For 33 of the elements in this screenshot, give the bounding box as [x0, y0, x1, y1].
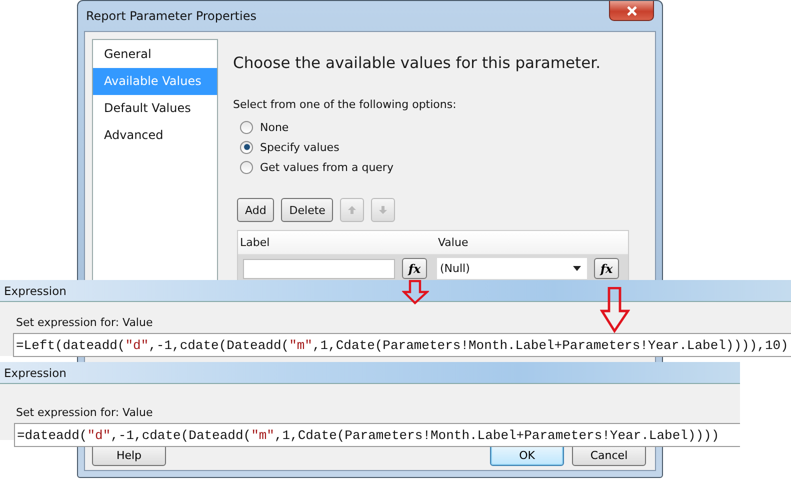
close-button[interactable] [609, 1, 654, 21]
radio-label[interactable]: Specify values [260, 140, 340, 154]
caret-icon [573, 266, 581, 271]
label-field[interactable] [243, 258, 395, 278]
down-arrow-icon [378, 205, 388, 215]
prompt-label: Set expression for: Value [16, 406, 154, 420]
options-label: Select from one of the following options: [233, 97, 458, 113]
toolbar-button[interactable]: Delete [281, 198, 334, 222]
down-arrow [402, 280, 429, 305]
expression-button[interactable]: fx [402, 258, 427, 279]
toolbar-button[interactable]: Add [237, 198, 274, 222]
expression-field[interactable]: =Left(dateadd("d",-1,cdate(Dateadd("m",1,Cdate(Parameters!Month.Label+Parameters!Year.Label)))),10) [13, 333, 791, 357]
sidebar-item[interactable]: Advanced [93, 122, 217, 149]
column-header: Value [438, 236, 468, 249]
radio-button[interactable] [240, 120, 253, 134]
prompt-label: Set expression for: Value [16, 316, 154, 330]
expression-button[interactable]: fx [594, 258, 619, 279]
radio-button[interactable] [240, 140, 253, 154]
sidebar-item[interactable]: Default Values [93, 95, 217, 122]
value-dropdown[interactable]: (Null) [437, 258, 587, 279]
radio-label[interactable]: None [260, 120, 289, 134]
radio-button[interactable] [240, 160, 253, 174]
sidebar-item[interactable]: General [93, 41, 217, 68]
window-title: Expression [4, 366, 66, 380]
expression-field[interactable]: =dateadd("d",-1,cdate(Dateadd("m",1,Cdate(Parameters!Month.Label+Parameters!Year.Label)))) [14, 423, 740, 447]
close-icon [626, 6, 638, 16]
window-title: Expression [4, 284, 66, 298]
down-arrow [600, 287, 630, 333]
page-heading: Choose the available values for this parameter. [233, 53, 602, 73]
radio-label[interactable]: Get values from a query [260, 160, 394, 174]
window-title: Report Parameter Properties [86, 9, 256, 23]
up-arrow-icon [347, 205, 358, 215]
column-header: Label [240, 236, 271, 249]
